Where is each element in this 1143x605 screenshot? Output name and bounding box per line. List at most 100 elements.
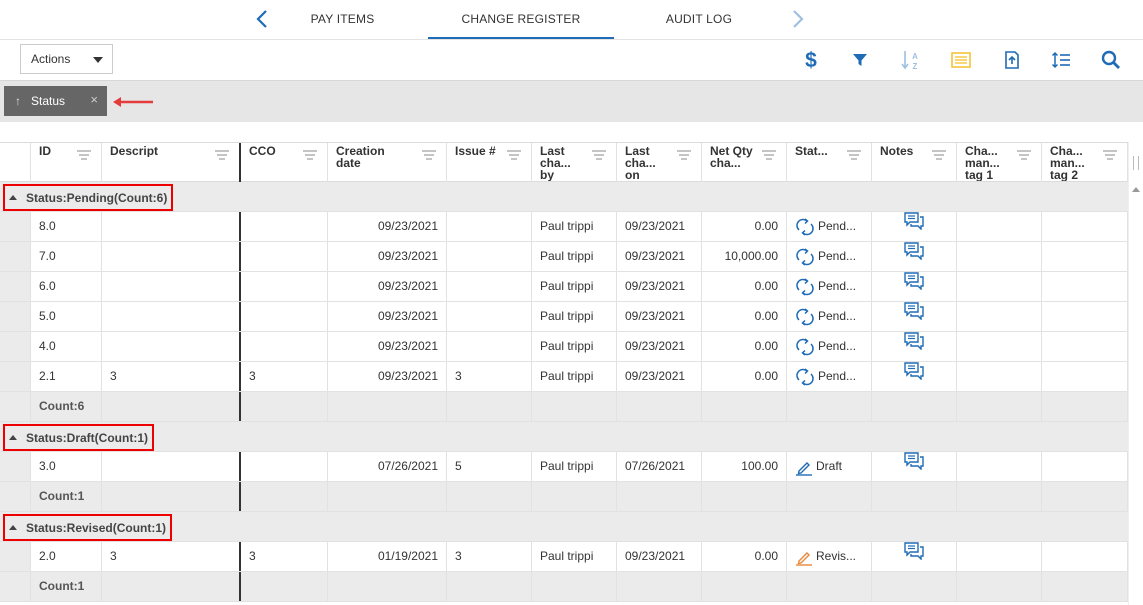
list-view-icon[interactable] <box>947 46 975 74</box>
cell-id[interactable]: 2.0 <box>31 542 102 571</box>
cell-creation-date[interactable]: 09/23/2021 <box>328 362 447 391</box>
collapse-triangle-icon[interactable] <box>9 435 17 440</box>
cell-net-qty[interactable]: 10,000.00 <box>702 242 787 271</box>
cell-description[interactable] <box>102 242 241 271</box>
cell-tag2[interactable] <box>1042 542 1128 571</box>
cell-issue[interactable] <box>447 332 532 361</box>
table-row[interactable]: 8.0 09/23/2021 Paul trippi 09/23/2021 0.00 Pe… <box>0 212 1128 242</box>
cell-description[interactable] <box>102 452 241 481</box>
chevron-right-icon[interactable] <box>788 6 808 32</box>
row-indicator[interactable] <box>0 302 31 331</box>
cell-tag1[interactable] <box>957 302 1042 331</box>
cell-status[interactable]: Pend... <box>787 362 872 391</box>
cell-tag2[interactable] <box>1042 362 1128 391</box>
column-header-cco[interactable]: CCO <box>241 143 328 182</box>
export-icon[interactable] <box>998 46 1026 74</box>
tab-pay-items[interactable]: PAY ITEMS <box>290 0 395 39</box>
cell-cco[interactable] <box>241 272 328 301</box>
cell-tag2[interactable] <box>1042 302 1128 331</box>
scroll-up-icon[interactable] <box>1132 187 1140 192</box>
cell-notes[interactable] <box>872 302 957 331</box>
cell-tag1[interactable] <box>957 242 1042 271</box>
cell-notes[interactable] <box>872 362 957 391</box>
cell-creation-date[interactable]: 07/26/2021 <box>328 452 447 481</box>
row-indicator[interactable] <box>0 212 31 241</box>
cell-last-changed-by[interactable]: Paul trippi <box>532 272 617 301</box>
column-header-notes[interactable]: Notes <box>872 143 957 182</box>
cell-last-changed-by[interactable]: Paul trippi <box>532 212 617 241</box>
cell-last-changed-by[interactable]: Paul trippi <box>532 362 617 391</box>
column-header-tag2[interactable]: Cha... man... tag 2 <box>1042 143 1128 182</box>
cell-issue[interactable] <box>447 242 532 271</box>
cell-net-qty[interactable]: 0.00 <box>702 302 787 331</box>
column-menu-icon[interactable] <box>932 149 946 163</box>
search-icon[interactable] <box>1097 46 1125 74</box>
cell-id[interactable]: 4.0 <box>31 332 102 361</box>
cell-description[interactable] <box>102 212 241 241</box>
cell-tag1[interactable] <box>957 332 1042 361</box>
table-row[interactable]: 4.0 09/23/2021 Paul trippi 09/23/2021 0.00 Pe… <box>0 332 1128 362</box>
cell-last-changed-on[interactable]: 09/23/2021 <box>617 212 702 241</box>
column-menu-icon[interactable] <box>592 149 606 163</box>
actions-dropdown[interactable]: Actions <box>20 44 113 74</box>
cell-creation-date[interactable]: 09/23/2021 <box>328 242 447 271</box>
table-row[interactable]: 7.0 09/23/2021 Paul trippi 09/23/2021 10,000… <box>0 242 1128 272</box>
column-header-last-changed-by[interactable]: Last cha... by <box>532 143 617 182</box>
row-indicator[interactable] <box>0 452 31 481</box>
row-indicator[interactable] <box>0 542 31 571</box>
cell-last-changed-on[interactable]: 09/23/2021 <box>617 302 702 331</box>
close-icon[interactable]: × <box>90 92 98 107</box>
row-indicator[interactable] <box>0 272 31 301</box>
notes-icon[interactable] <box>904 542 924 571</box>
notes-icon[interactable] <box>904 242 924 271</box>
tab-change-register[interactable]: CHANGE REGISTER <box>428 0 614 39</box>
cell-last-changed-by[interactable]: Paul trippi <box>532 542 617 571</box>
chevron-left-icon[interactable] <box>252 6 272 32</box>
notes-icon[interactable] <box>904 452 924 481</box>
group-chip-status[interactable]: ↑ Status × <box>4 86 107 116</box>
cell-id[interactable]: 5.0 <box>31 302 102 331</box>
cell-last-changed-on[interactable]: 09/23/2021 <box>617 542 702 571</box>
cell-status[interactable]: Pend... <box>787 332 872 361</box>
cell-description[interactable]: 3 <box>102 362 241 391</box>
cell-status[interactable]: Revis... <box>787 542 872 571</box>
cell-status[interactable]: Draft <box>787 452 872 481</box>
row-height-icon[interactable] <box>1047 46 1075 74</box>
cell-net-qty[interactable]: 0.00 <box>702 272 787 301</box>
collapse-triangle-icon[interactable] <box>9 525 17 530</box>
cell-last-changed-by[interactable]: Paul trippi <box>532 452 617 481</box>
cell-notes[interactable] <box>872 212 957 241</box>
cell-net-qty[interactable]: 0.00 <box>702 212 787 241</box>
notes-icon[interactable] <box>904 212 924 241</box>
column-header-tag1[interactable]: Cha... man... tag 1 <box>957 143 1042 182</box>
cell-notes[interactable] <box>872 242 957 271</box>
cell-cco[interactable] <box>241 452 328 481</box>
cell-issue[interactable]: 5 <box>447 452 532 481</box>
cell-id[interactable]: 6.0 <box>31 272 102 301</box>
cell-creation-date[interactable]: 09/23/2021 <box>328 332 447 361</box>
cell-notes[interactable] <box>872 452 957 481</box>
table-row[interactable]: 3.0 07/26/2021 5 Paul trippi 07/26/2021 100.0… <box>0 452 1128 482</box>
sort-az-icon[interactable]: A Z <box>897 46 925 74</box>
cell-tag1[interactable] <box>957 362 1042 391</box>
cell-net-qty[interactable]: 0.00 <box>702 332 787 361</box>
cell-description[interactable] <box>102 302 241 331</box>
cell-tag2[interactable] <box>1042 452 1128 481</box>
tab-audit-log[interactable]: AUDIT LOG <box>646 0 752 39</box>
column-header-creation-date[interactable]: Creation date <box>328 143 447 182</box>
cell-id[interactable]: 3.0 <box>31 452 102 481</box>
column-header-description[interactable]: Description <box>102 143 241 182</box>
cell-net-qty[interactable]: 0.00 <box>702 362 787 391</box>
cell-issue[interactable] <box>447 272 532 301</box>
cell-creation-date[interactable]: 01/19/2021 <box>328 542 447 571</box>
cell-cco[interactable] <box>241 302 328 331</box>
column-menu-icon[interactable] <box>422 149 436 163</box>
cell-net-qty[interactable]: 0.00 <box>702 542 787 571</box>
cell-last-changed-by[interactable]: Paul trippi <box>532 242 617 271</box>
cell-last-changed-on[interactable]: 09/23/2021 <box>617 242 702 271</box>
notes-icon[interactable] <box>904 272 924 301</box>
cell-status[interactable]: Pend... <box>787 302 872 331</box>
cell-tag1[interactable] <box>957 272 1042 301</box>
cell-issue[interactable]: 3 <box>447 362 532 391</box>
row-indicator[interactable] <box>0 332 31 361</box>
